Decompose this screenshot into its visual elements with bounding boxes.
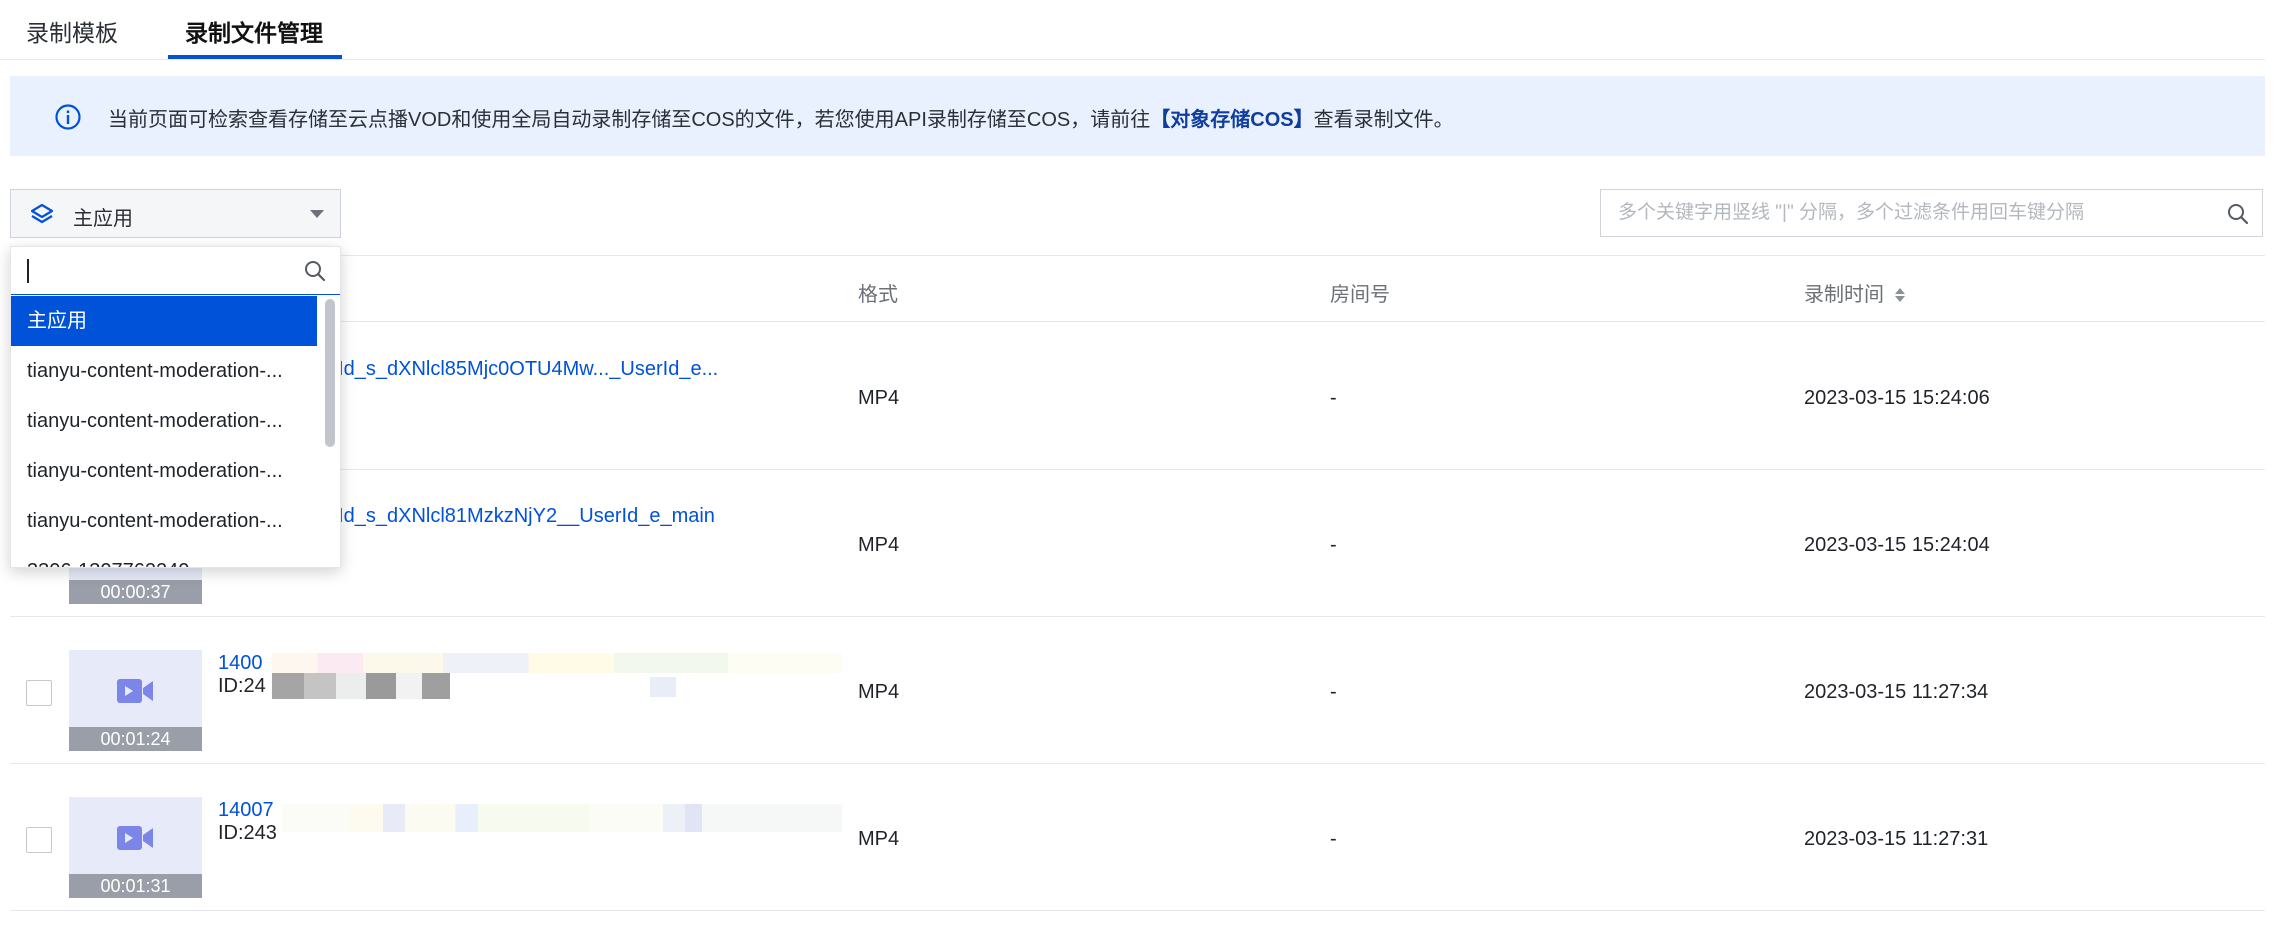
app-select-value: 主应用 xyxy=(73,208,133,230)
recording-file-table: 格式 房间号 录制时间 38817__UserId_s_dXNlcl85Mjc0… xyxy=(10,255,2265,926)
redacted-block xyxy=(650,677,676,697)
room-number: - xyxy=(1330,387,1337,409)
header-time[interactable]: 录制时间 xyxy=(1804,278,1906,307)
search-input[interactable] xyxy=(1601,190,2211,236)
room-number: - xyxy=(1330,828,1337,850)
tab-recording-file-management[interactable]: 录制文件管理 xyxy=(185,14,323,48)
file-format: MP4 xyxy=(858,534,900,556)
text-cursor xyxy=(27,259,29,283)
dropdown-option[interactable]: 主应用 xyxy=(11,296,317,346)
video-thumbnail[interactable]: 00:01:24 xyxy=(69,650,202,751)
dropdown-option[interactable]: 3306-1307762240 xyxy=(11,546,317,567)
cos-storage-link[interactable]: 【对象存储COS】 xyxy=(1150,109,1313,131)
redacted-block xyxy=(272,653,842,673)
file-format: MP4 xyxy=(858,681,900,703)
room-number: - xyxy=(1330,534,1337,556)
video-camera-icon xyxy=(117,679,153,703)
row-checkbox[interactable] xyxy=(26,827,52,853)
video-duration: 00:01:24 xyxy=(69,727,202,751)
sort-icon[interactable] xyxy=(1894,287,1906,303)
redacted-block xyxy=(304,673,336,699)
header-format: 格式 xyxy=(858,284,898,306)
table-row: 00:01:31 14007 ID:243 MP4 - 2023-03-15 1… xyxy=(10,764,2265,911)
keyword-search[interactable] xyxy=(1600,189,2263,237)
dropdown-option[interactable]: tianyu-content-moderation-... xyxy=(11,396,317,446)
dropdown-option[interactable]: tianyu-content-moderation-... xyxy=(11,346,317,396)
file-name-link[interactable]: 14007 xyxy=(218,799,274,822)
notice-banner: 当前页面可检索查看存储至云点播VOD和使用全局自动录制存储至COS的文件，若您使… xyxy=(10,76,2265,156)
video-duration: 00:00:37 xyxy=(69,580,202,604)
video-duration: 00:01:31 xyxy=(69,874,202,898)
redacted-block xyxy=(366,673,396,699)
tab-recording-template[interactable]: 录制模板 xyxy=(26,14,118,48)
app-dropdown-menu: 主应用 tianyu-content-moderation-... tianyu… xyxy=(10,246,341,568)
info-icon xyxy=(55,104,81,130)
notice-suffix: 查看录制文件。 xyxy=(1313,109,1454,131)
redacted-block xyxy=(282,804,842,832)
redacted-block xyxy=(396,673,422,699)
tab-bar: 录制模板 录制文件管理 xyxy=(0,0,2265,60)
dropdown-option[interactable]: tianyu-content-moderation-... xyxy=(11,446,317,496)
file-format: MP4 xyxy=(858,387,900,409)
table-row: 00:00:37 38817__UserId_s_dXNlcl81MzkzNjY… xyxy=(10,470,2265,617)
file-name-link[interactable]: 1400 xyxy=(218,652,263,675)
record-time: 2023-03-15 11:27:31 xyxy=(1804,828,1989,850)
video-camera-icon xyxy=(117,826,153,850)
dropdown-search-input[interactable] xyxy=(11,247,296,293)
dropdown-search[interactable] xyxy=(11,247,340,295)
header-room: 房间号 xyxy=(1330,284,1390,306)
redacted-block xyxy=(272,673,304,699)
table-row: 00:01:24 1400 ID:24 MP4 - 2023-03-15 11:… xyxy=(10,617,2265,764)
file-id: ID:24 xyxy=(218,675,266,697)
video-thumbnail[interactable]: 00:01:31 xyxy=(69,797,202,898)
notice-message: 当前页面可检索查看存储至云点播VOD和使用全局自动录制存储至COS的文件，若您使… xyxy=(108,109,1151,131)
room-number: - xyxy=(1330,681,1337,703)
redacted-block xyxy=(422,673,450,699)
redacted-block xyxy=(336,673,366,699)
header-time-label: 录制时间 xyxy=(1804,284,1884,306)
row-checkbox[interactable] xyxy=(26,680,52,706)
file-format: MP4 xyxy=(858,828,900,850)
dropdown-option[interactable]: tianyu-content-moderation-... xyxy=(11,496,317,546)
record-time: 2023-03-15 15:24:04 xyxy=(1804,534,1990,556)
search-icon xyxy=(305,261,326,282)
table-header: 格式 房间号 录制时间 xyxy=(10,256,2265,322)
dropdown-scrollbar[interactable] xyxy=(325,299,335,447)
app-select[interactable]: 主应用 xyxy=(10,189,341,238)
search-icon[interactable] xyxy=(2226,202,2250,226)
active-tab-indicator xyxy=(168,55,342,59)
layers-icon xyxy=(30,203,54,224)
record-time: 2023-03-15 15:24:06 xyxy=(1804,387,1990,409)
chevron-down-icon xyxy=(310,210,324,218)
record-time: 2023-03-15 11:27:34 xyxy=(1804,681,1989,703)
notice-text: 当前页面可检索查看存储至云点播VOD和使用全局自动录制存储至COS的文件，若您使… xyxy=(108,103,1454,132)
file-id: ID:243 xyxy=(218,822,277,844)
table-row: 38817__UserId_s_dXNlcl85Mjc0OTU4Mw..._Us… xyxy=(10,323,2265,470)
